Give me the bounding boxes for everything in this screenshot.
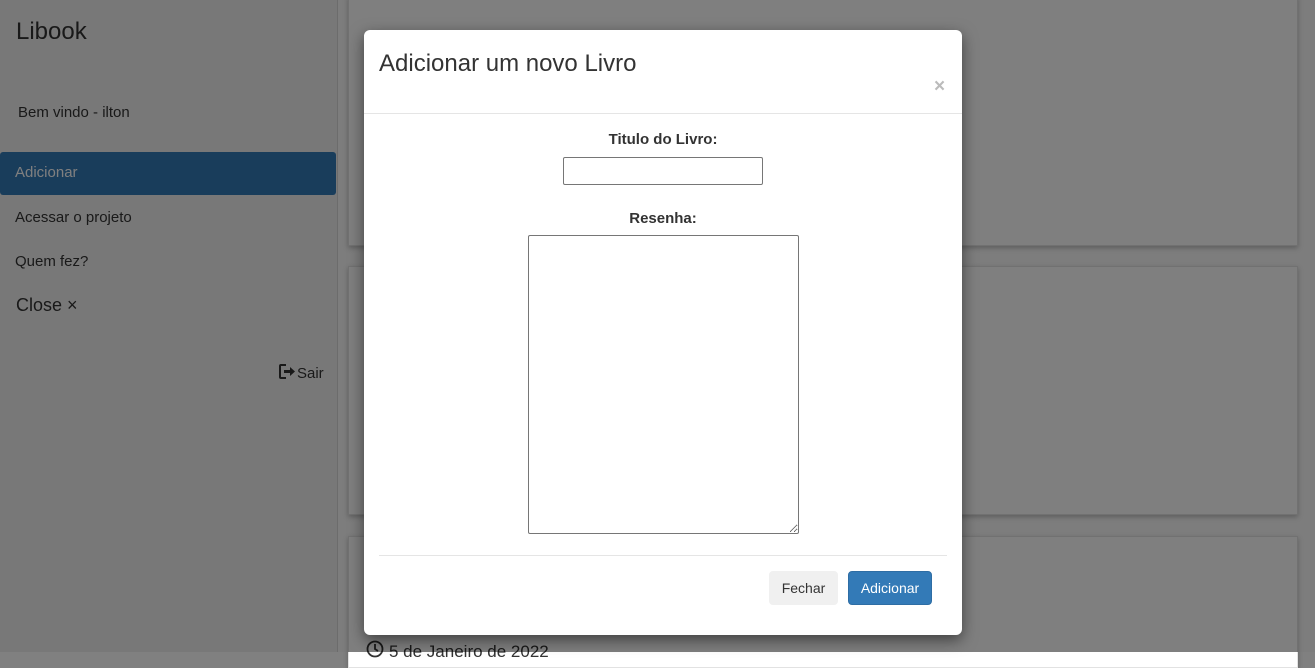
modal-title: Adicionar um novo Livro	[379, 50, 637, 77]
book-title-label: Titulo do Livro:	[608, 131, 718, 148]
modal-header: Adicionar um novo Livro ×	[364, 30, 962, 114]
book-title-input[interactable]	[563, 157, 763, 185]
review-textarea[interactable]	[528, 235, 799, 534]
add-book-modal: Adicionar um novo Livro × Titulo do Livr…	[364, 30, 962, 635]
review-label: Resenha:	[629, 210, 697, 227]
submit-button[interactable]: Adicionar	[848, 571, 932, 605]
modal-footer-divider	[379, 555, 947, 556]
cancel-button[interactable]: Fechar	[769, 571, 838, 605]
close-icon[interactable]: ×	[934, 77, 945, 97]
